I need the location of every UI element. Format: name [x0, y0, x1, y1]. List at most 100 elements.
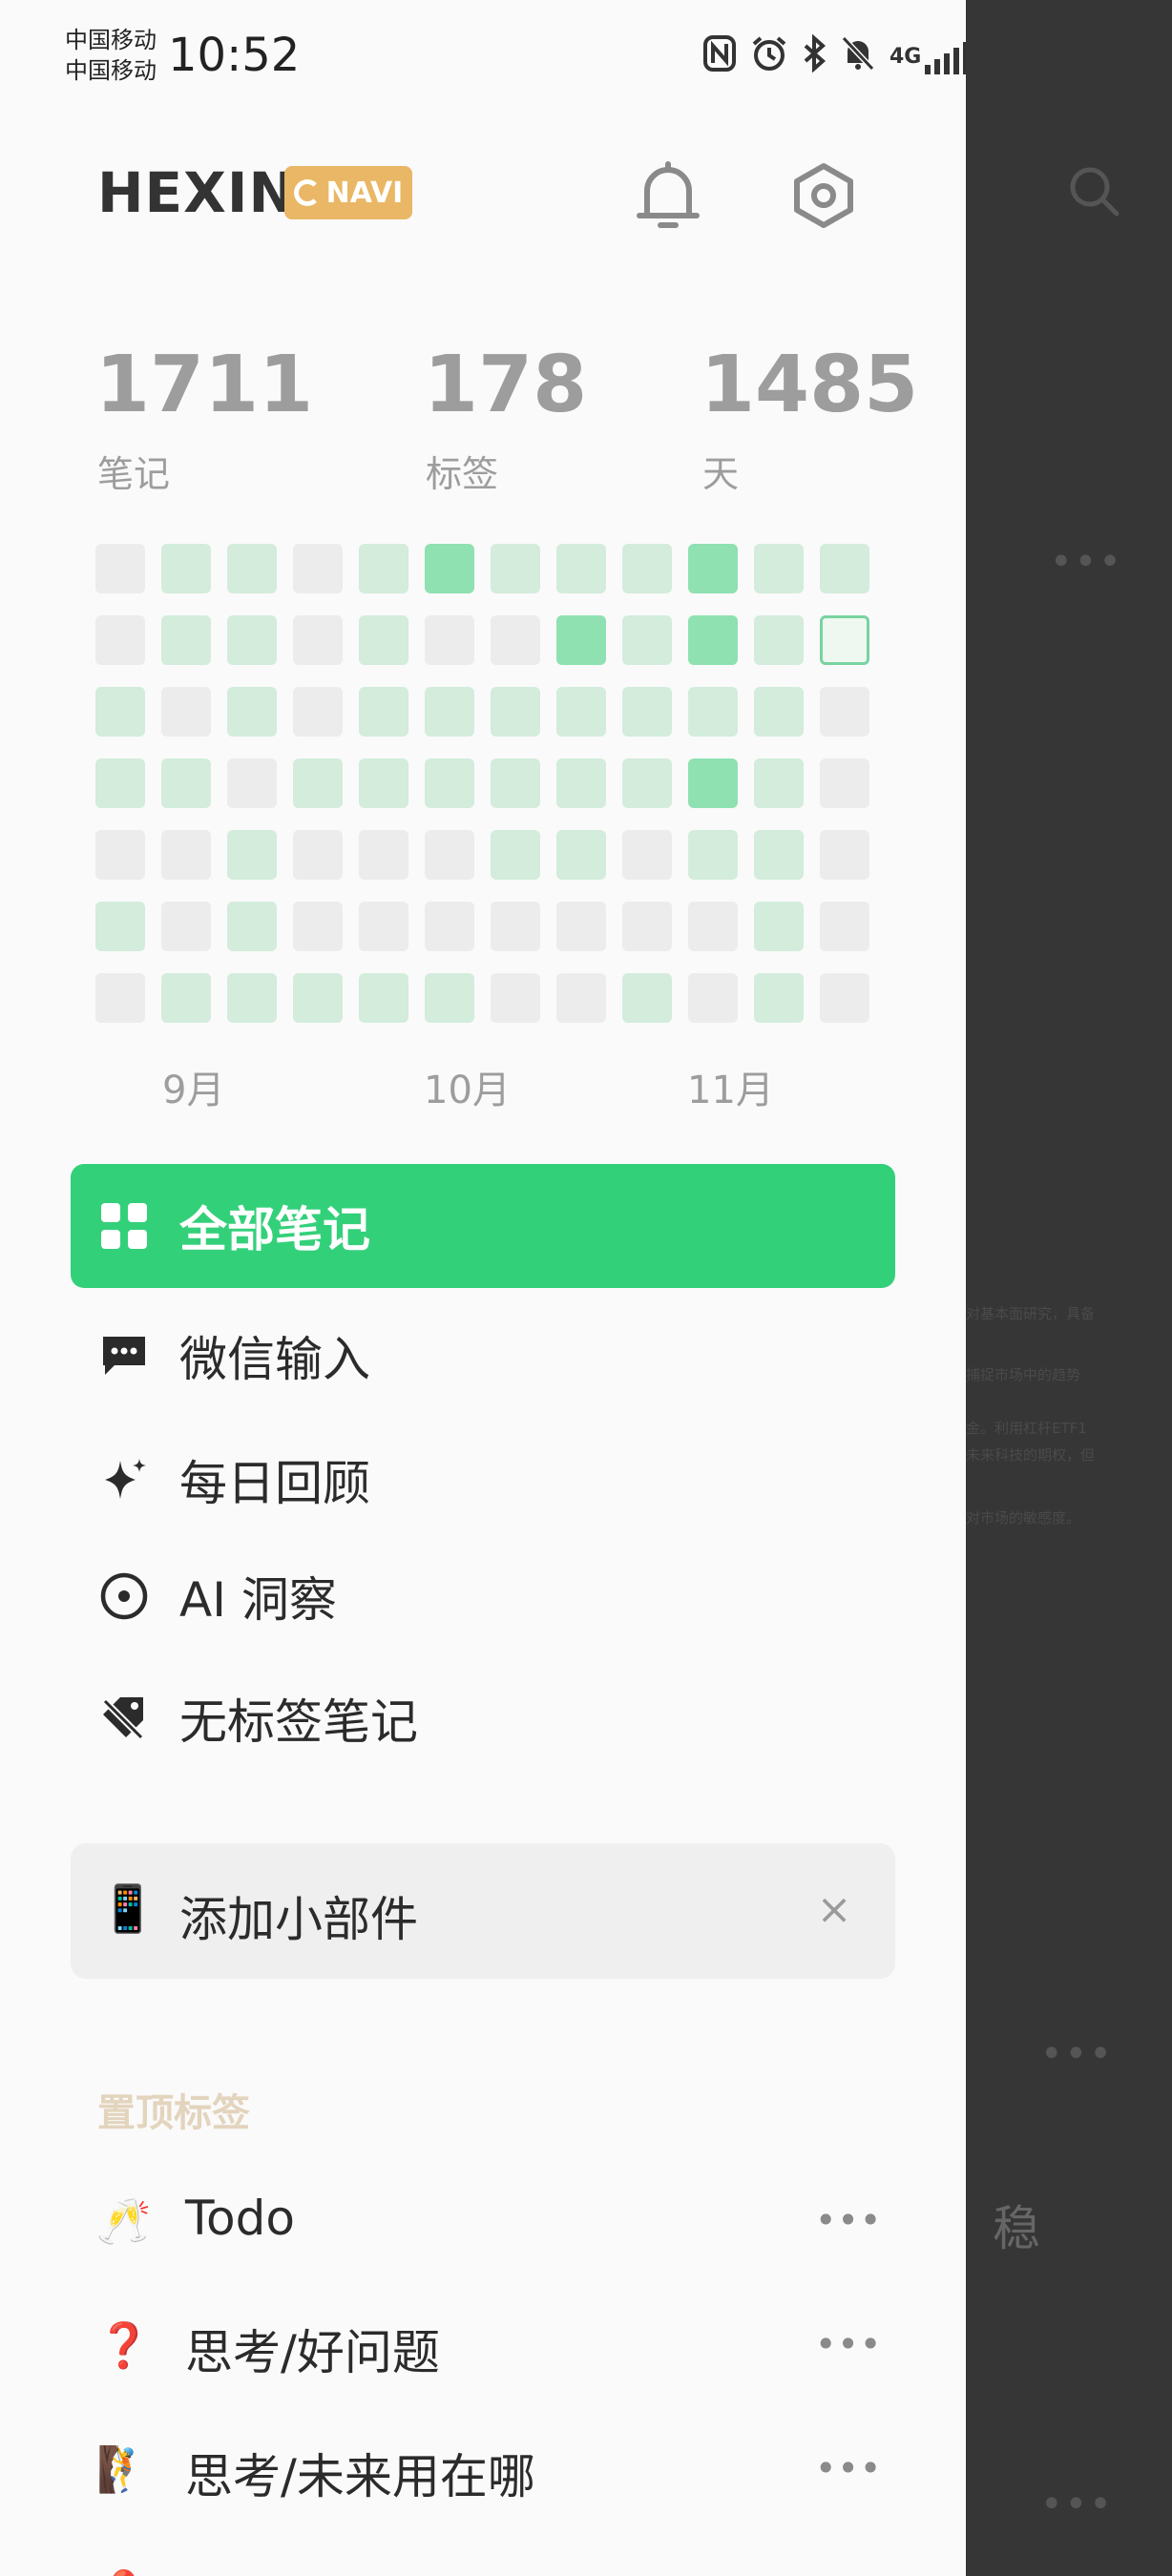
- menu-wechat-input[interactable]: 微信输入: [71, 1294, 895, 1418]
- heatmap-cell[interactable]: [754, 902, 804, 951]
- heatmap-cell[interactable]: [820, 687, 869, 737]
- heatmap-cell[interactable]: [359, 615, 408, 665]
- heatmap-cell[interactable]: [95, 758, 145, 808]
- heatmap-cell[interactable]: [293, 902, 343, 951]
- heatmap-cell[interactable]: [227, 758, 277, 808]
- heatmap-cell[interactable]: [688, 830, 738, 880]
- background-app[interactable]: ••• 对基本面研究，具备 捕捉市场中的趋势 金。利用杠杆ETF1 未来科技的期…: [966, 0, 1172, 2576]
- more-icon[interactable]: •••: [815, 2196, 882, 2244]
- pinned-tag-item[interactable]: 🧗 思考/未来用在哪 •••: [71, 2412, 895, 2526]
- heatmap-cell[interactable]: [425, 687, 474, 737]
- notifications-button[interactable]: [634, 156, 702, 233]
- heatmap-cell[interactable]: [425, 973, 474, 1023]
- heatmap-cell[interactable]: [359, 687, 408, 737]
- heatmap-cell[interactable]: [622, 687, 672, 737]
- heatmap-cell[interactable]: [491, 758, 540, 808]
- heatmap-cell[interactable]: [754, 615, 804, 665]
- heatmap-cell[interactable]: [227, 687, 277, 737]
- heatmap-cell[interactable]: [95, 830, 145, 880]
- heatmap-cell[interactable]: [820, 830, 869, 880]
- heatmap-cell[interactable]: [491, 544, 540, 593]
- heatmap-cell[interactable]: [754, 687, 804, 737]
- heatmap-cell[interactable]: [293, 544, 343, 593]
- heatmap-cell[interactable]: [293, 758, 343, 808]
- heatmap-cell[interactable]: [161, 758, 211, 808]
- heatmap-cell[interactable]: [491, 830, 540, 880]
- more-icon[interactable]: •••: [815, 2568, 882, 2576]
- heatmap-cell[interactable]: [161, 615, 211, 665]
- heatmap-cell[interactable]: [622, 973, 672, 1023]
- pinned-tag-item[interactable]: 📍 想问的问题 •••: [71, 2536, 895, 2576]
- heatmap-cell[interactable]: [556, 615, 606, 665]
- heatmap-cell[interactable]: [688, 973, 738, 1023]
- add-widget-card[interactable]: 📱 添加小部件 ×: [71, 1843, 895, 1979]
- heatmap-cell[interactable]: [161, 687, 211, 737]
- pinned-tag-item[interactable]: 🥂 Todo •••: [71, 2164, 895, 2278]
- heatmap-cell[interactable]: [688, 687, 738, 737]
- heatmap-cell[interactable]: [688, 902, 738, 951]
- heatmap-cell[interactable]: [622, 830, 672, 880]
- heatmap-cell[interactable]: [425, 758, 474, 808]
- heatmap-cell[interactable]: [293, 830, 343, 880]
- heatmap-cell[interactable]: [820, 973, 869, 1023]
- heatmap-cell[interactable]: [95, 615, 145, 665]
- heatmap-cell[interactable]: [425, 615, 474, 665]
- heatmap-cell[interactable]: [688, 758, 738, 808]
- close-icon[interactable]: ×: [806, 1881, 863, 1939]
- heatmap-cell[interactable]: [491, 902, 540, 951]
- heatmap-cell[interactable]: [227, 544, 277, 593]
- heatmap-cell[interactable]: [425, 544, 474, 593]
- menu-all-notes[interactable]: 全部笔记: [71, 1164, 895, 1288]
- heatmap-cell[interactable]: [227, 973, 277, 1023]
- heatmap-cell[interactable]: [359, 758, 408, 808]
- heatmap-cell[interactable]: [95, 544, 145, 593]
- heatmap-cell[interactable]: [556, 687, 606, 737]
- heatmap-cell[interactable]: [491, 973, 540, 1023]
- heatmap-cell-today[interactable]: [820, 615, 869, 665]
- menu-ai-insight[interactable]: AI 洞察: [71, 1534, 895, 1658]
- heatmap-cell[interactable]: [425, 830, 474, 880]
- heatmap-cell[interactable]: [820, 544, 869, 593]
- heatmap-cell[interactable]: [95, 687, 145, 737]
- heatmap-cell[interactable]: [95, 902, 145, 951]
- heatmap-cell[interactable]: [359, 544, 408, 593]
- heatmap-cell[interactable]: [161, 902, 211, 951]
- heatmap-cell[interactable]: [688, 544, 738, 593]
- more-icon[interactable]: •••: [815, 2320, 882, 2368]
- heatmap-cell[interactable]: [293, 687, 343, 737]
- heatmap-cell[interactable]: [491, 615, 540, 665]
- heatmap-cell[interactable]: [425, 902, 474, 951]
- heatmap-cell[interactable]: [556, 902, 606, 951]
- heatmap-cell[interactable]: [95, 973, 145, 1023]
- heatmap-cell[interactable]: [622, 544, 672, 593]
- heatmap-cell[interactable]: [754, 758, 804, 808]
- more-icon[interactable]: •••: [815, 2444, 882, 2492]
- heatmap-cell[interactable]: [556, 830, 606, 880]
- menu-daily-review[interactable]: 每日回顾: [71, 1418, 895, 1542]
- heatmap-cell[interactable]: [293, 973, 343, 1023]
- heatmap-cell[interactable]: [556, 758, 606, 808]
- heatmap-cell[interactable]: [622, 615, 672, 665]
- menu-untagged-notes[interactable]: 无标签笔记: [71, 1656, 895, 1780]
- heatmap-cell[interactable]: [556, 544, 606, 593]
- heatmap-cell[interactable]: [622, 758, 672, 808]
- heatmap-cell[interactable]: [754, 544, 804, 593]
- navi-badge[interactable]: NAVI: [284, 166, 412, 219]
- heatmap-cell[interactable]: [622, 902, 672, 951]
- heatmap-cell[interactable]: [820, 758, 869, 808]
- heatmap-cell[interactable]: [227, 830, 277, 880]
- settings-button[interactable]: [788, 156, 859, 233]
- heatmap-cell[interactable]: [359, 902, 408, 951]
- heatmap-cell[interactable]: [227, 902, 277, 951]
- heatmap-cell[interactable]: [688, 615, 738, 665]
- heatmap-cell[interactable]: [754, 973, 804, 1023]
- heatmap-cell[interactable]: [754, 830, 804, 880]
- heatmap-cell[interactable]: [359, 973, 408, 1023]
- pinned-tag-item[interactable]: ❓ 思考/好问题 •••: [71, 2288, 895, 2402]
- heatmap-cell[interactable]: [161, 544, 211, 593]
- heatmap-cell[interactable]: [820, 902, 869, 951]
- heatmap-cell[interactable]: [556, 973, 606, 1023]
- heatmap-cell[interactable]: [293, 615, 343, 665]
- heatmap-cell[interactable]: [491, 687, 540, 737]
- heatmap-cell[interactable]: [359, 830, 408, 880]
